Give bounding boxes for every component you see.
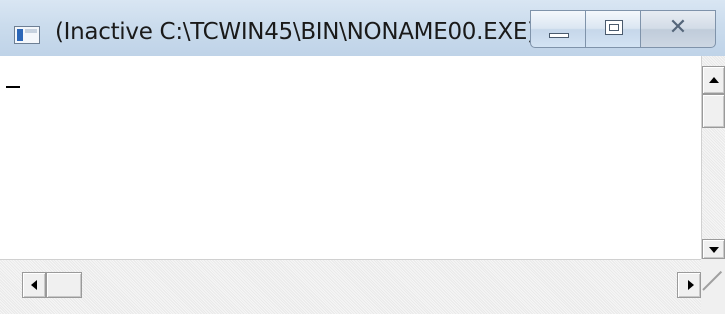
- grip-icon: [702, 270, 723, 291]
- horizontal-scrollbar[interactable]: [0, 259, 701, 314]
- close-icon: ✕: [668, 15, 688, 40]
- vertical-scrollbar[interactable]: [701, 56, 725, 259]
- horizontal-scroll-thumb[interactable]: [46, 272, 82, 298]
- scroll-down-button[interactable]: [702, 239, 725, 259]
- minimize-icon: [549, 33, 569, 38]
- maximize-icon: [605, 20, 623, 35]
- scroll-up-button[interactable]: [702, 66, 725, 94]
- scroll-right-button[interactable]: [677, 272, 701, 298]
- arrow-right-icon: [688, 280, 694, 290]
- text-cursor: [6, 86, 20, 88]
- title-bar[interactable]: (Inactive C:\TCWIN45\BIN\NONAME00.EXE) ✕: [0, 0, 725, 56]
- arrow-left-icon: [31, 280, 37, 290]
- arrow-up-icon: [709, 77, 719, 83]
- console-window: (Inactive C:\TCWIN45\BIN\NONAME00.EXE) ✕: [0, 0, 725, 314]
- console-output-area[interactable]: [0, 56, 701, 259]
- app-icon[interactable]: [14, 26, 40, 44]
- arrow-down-icon: [709, 247, 719, 253]
- resize-grip[interactable]: [701, 259, 725, 314]
- minimize-button[interactable]: [530, 10, 586, 48]
- vertical-scroll-thumb[interactable]: [702, 94, 725, 128]
- close-button[interactable]: ✕: [641, 10, 716, 48]
- window-title: (Inactive C:\TCWIN45\BIN\NONAME00.EXE): [55, 19, 536, 45]
- scroll-left-button[interactable]: [22, 272, 46, 298]
- maximize-button[interactable]: [586, 10, 641, 48]
